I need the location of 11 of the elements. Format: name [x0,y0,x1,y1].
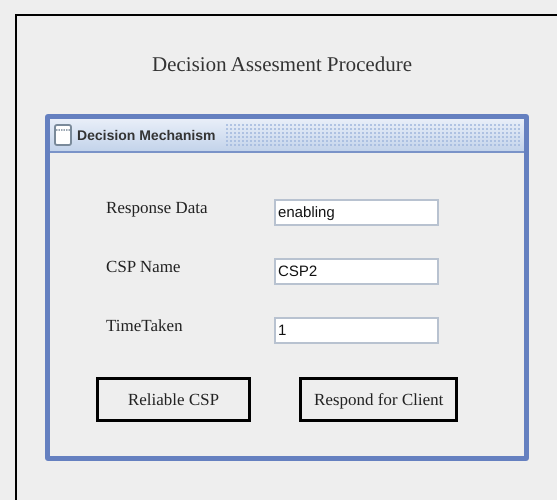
field-label: TimeTaken [106,315,184,338]
page-title: Decision Assesment Procedure [152,51,412,78]
text-field[interactable]: 1 [274,316,439,344]
field-label: Response Data [106,197,209,220]
action-button[interactable]: Reliable CSP [96,377,251,422]
action-button[interactable]: Respond for Client [299,377,458,422]
window-icon [54,124,72,146]
text-field[interactable]: CSP2 [274,258,439,284]
text-field[interactable]: enabling [274,198,439,226]
field-label: CSP Name [106,256,182,278]
frame-title: Decision Mechanism [77,126,216,144]
